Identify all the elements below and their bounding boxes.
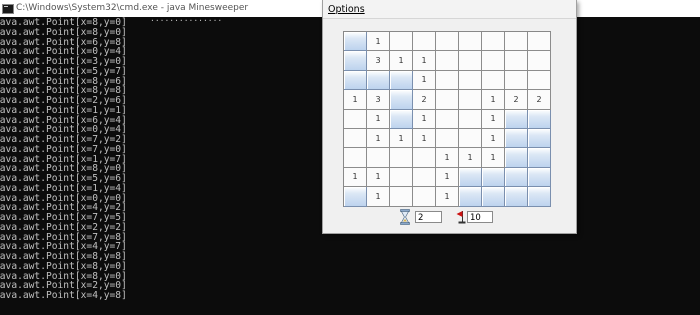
number-cell: 1 [436,148,459,168]
number-cell: 1 [413,70,436,91]
covered-cell[interactable] [390,109,413,129]
covered-cell[interactable] [505,109,528,129]
empty-cell [436,90,459,110]
covered-cell[interactable] [505,187,528,207]
number-cell: 1 [390,51,413,71]
number-cell: 1 [413,51,436,71]
hourglass-icon [400,209,410,225]
covered-cell[interactable] [459,187,482,207]
empty-cell [482,70,505,91]
covered-cell[interactable] [482,167,505,188]
covered-cell[interactable] [344,187,367,207]
number-cell: 2 [505,90,528,110]
cmd-icon [2,4,14,14]
empty-cell [436,109,459,129]
menubar: Options [323,0,576,19]
covered-cell[interactable] [528,167,551,188]
empty-cell [344,128,367,149]
covered-cell[interactable] [390,70,413,91]
empty-cell [436,70,459,91]
empty-cell [459,128,482,149]
empty-cell [459,32,482,52]
empty-cell [505,51,528,71]
time-counter: 2 [415,211,442,223]
number-cell: 3 [367,90,390,110]
empty-cell [528,32,551,52]
empty-cell [413,167,436,188]
covered-cell[interactable] [344,51,367,71]
number-cell: 1 [367,167,390,188]
covered-cell[interactable] [344,32,367,52]
number-cell: 1 [390,128,413,149]
menu-options[interactable]: Options [328,4,365,15]
mine-counter: 10 [467,211,493,223]
number-cell: 1 [367,128,390,149]
empty-cell [436,51,459,71]
empty-cell [528,51,551,71]
minefield-grid: 13111132122111111111111111 [343,31,551,207]
empty-cell [436,32,459,52]
console-line: java.awt.Point[x=4,y=8] [0,290,127,301]
empty-cell [390,148,413,168]
empty-cell [390,167,413,188]
number-cell: 1 [482,90,505,110]
covered-cell[interactable] [459,167,482,188]
number-cell: 2 [528,90,551,110]
number-cell: 3 [367,51,390,71]
number-cell: 1 [436,167,459,188]
empty-cell [413,32,436,52]
covered-cell[interactable] [390,90,413,110]
console-lines: java.awt.Point[x=8,y=0] java.awt.Point[x=… [0,18,127,301]
minesweeper-window: Options 13111132122111111111111111 2 10 [322,0,577,234]
empty-cell [390,187,413,207]
number-cell: 1 [344,167,367,188]
empty-cell [482,32,505,52]
covered-cell[interactable] [505,148,528,168]
covered-cell[interactable] [482,187,505,207]
empty-cell [505,32,528,52]
flag-icon [456,211,466,224]
empty-cell [459,70,482,91]
empty-cell [482,51,505,71]
covered-cell[interactable] [505,128,528,149]
number-cell: 1 [344,90,367,110]
covered-cell[interactable] [528,128,551,149]
console-partial-line: ............... [150,17,223,23]
empty-cell [344,148,367,168]
covered-cell[interactable] [367,70,390,91]
number-cell: 1 [436,187,459,207]
empty-cell [344,109,367,129]
empty-cell [528,70,551,91]
empty-cell [413,187,436,207]
covered-cell[interactable] [528,148,551,168]
covered-cell[interactable] [344,70,367,91]
number-cell: 1 [482,109,505,129]
covered-cell[interactable] [505,167,528,188]
number-cell: 1 [367,32,390,52]
number-cell: 1 [482,128,505,149]
empty-cell [390,32,413,52]
number-cell: 1 [413,128,436,149]
empty-cell [413,148,436,168]
empty-cell [367,148,390,168]
number-cell: 1 [367,187,390,207]
number-cell: 1 [482,148,505,168]
empty-cell [436,128,459,149]
console-title: C:\Windows\System32\cmd.exe - java Mines… [16,3,249,13]
number-cell: 1 [367,109,390,129]
empty-cell [505,70,528,91]
number-cell: 1 [459,148,482,168]
number-cell: 1 [413,109,436,129]
empty-cell [459,51,482,71]
covered-cell[interactable] [528,109,551,129]
covered-cell[interactable] [528,187,551,207]
empty-cell [459,109,482,129]
empty-cell [459,90,482,110]
number-cell: 2 [413,90,436,110]
